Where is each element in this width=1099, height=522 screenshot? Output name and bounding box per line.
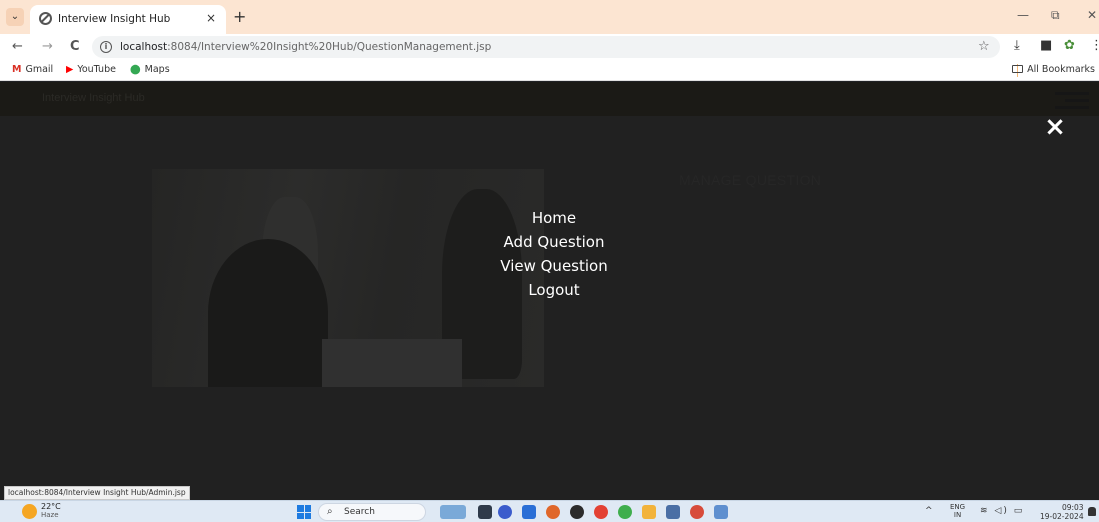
reload-button[interactable]: C xyxy=(70,39,80,54)
bookmark-gmail[interactable]: M Gmail xyxy=(12,64,53,75)
language-indicator[interactable]: ENG IN xyxy=(950,503,965,519)
bookmarks-bar: M Gmail ▶ YouTube ⬤ Maps All Bookmarks xyxy=(0,60,1099,81)
edge-icon[interactable] xyxy=(618,505,632,519)
bookmark-maps[interactable]: ⬤ Maps xyxy=(130,64,170,75)
nav-add-question-link[interactable]: Add Question xyxy=(454,230,654,254)
globe-icon xyxy=(39,12,52,25)
site-brand[interactable]: Interview Insight Hub xyxy=(42,92,145,104)
weather-temperature: 22°C xyxy=(41,502,61,511)
tray-chevron-icon[interactable]: ^ xyxy=(925,506,933,516)
folder-icon xyxy=(1012,65,1024,73)
netbeans-icon[interactable] xyxy=(714,505,728,519)
site-info-icon[interactable]: i xyxy=(100,41,112,53)
url-host: localhost xyxy=(120,41,168,53)
nav-home-link[interactable]: Home xyxy=(454,206,654,230)
browser-tab-strip: ⌄ Interview Insight Hub × + — ⧉ ✕ xyxy=(0,0,1099,34)
back-button[interactable]: ← xyxy=(12,39,23,54)
forward-button[interactable]: → xyxy=(42,39,53,54)
windows-taskbar: 22°C Haze ⌕ Search ^ ENG IN ≋ ◁) ▭ 09:03… xyxy=(0,500,1099,522)
tab-title: Interview Insight Hub xyxy=(58,13,171,25)
maps-pin-icon: ⬤ xyxy=(130,64,141,75)
youtube-icon: ▶ xyxy=(66,64,74,75)
file-explorer-icon[interactable] xyxy=(642,505,656,519)
search-icon: ⌕ xyxy=(327,506,333,517)
browser-toolbar: ← → C i localhost:8084/Interview%20Insig… xyxy=(0,34,1099,60)
restore-button[interactable]: ⧉ xyxy=(1051,8,1060,23)
minimize-button[interactable]: — xyxy=(1017,8,1029,22)
search-app-icon[interactable] xyxy=(546,505,560,519)
weather-description: Haze xyxy=(41,511,59,519)
bookmark-youtube[interactable]: ▶ YouTube xyxy=(66,64,116,75)
page-viewport: Interview Insight Hub MANAGE QUESTION × … xyxy=(0,82,1099,500)
extension-icon[interactable]: ✿ xyxy=(1064,38,1075,53)
tab-search-icon[interactable]: ⌄ xyxy=(6,8,24,26)
vscode-icon[interactable] xyxy=(522,505,536,519)
url-path: :8084/Interview%20Insight%20Hub/Question… xyxy=(167,41,492,53)
window-controls: — ⧉ ✕ xyxy=(1009,8,1099,26)
chrome-icon[interactable] xyxy=(594,505,608,519)
taskbar-search[interactable]: ⌕ Search xyxy=(318,503,426,521)
close-icon[interactable]: × xyxy=(1040,112,1070,142)
browser-tab[interactable]: Interview Insight Hub × xyxy=(30,5,226,34)
bookmark-star-icon[interactable]: ☆ xyxy=(978,39,990,54)
site-header: Interview Insight Hub xyxy=(0,82,1099,116)
menu-kebab-icon[interactable]: ⋮ xyxy=(1090,38,1099,53)
overlay-nav-menu: Home Add Question View Question Logout xyxy=(454,206,654,302)
new-tab-button[interactable]: + xyxy=(233,7,246,26)
chat-icon[interactable] xyxy=(498,505,512,519)
media-app-icon[interactable] xyxy=(570,505,584,519)
nav-view-question-link[interactable]: View Question xyxy=(454,254,654,278)
taskbar-search-label: Search xyxy=(344,507,375,517)
wifi-volume-battery-icons[interactable]: ≋ ◁) ▭ xyxy=(980,506,1024,516)
notification-bell-icon[interactable] xyxy=(1088,507,1096,516)
task-view-icon[interactable] xyxy=(478,505,492,519)
all-bookmarks-button[interactable]: All Bookmarks xyxy=(1012,64,1095,75)
windows-start-icon[interactable] xyxy=(297,505,311,519)
page-title: MANAGE QUESTION xyxy=(679,172,822,188)
download-icon[interactable]: ⤓ xyxy=(1014,38,1020,53)
link-status-bubble: localhost:8084/Interview Insight Hub/Adm… xyxy=(4,486,190,500)
close-window-button[interactable]: ✕ xyxy=(1087,8,1097,22)
hamburger-icon[interactable] xyxy=(1055,90,1089,110)
nav-logout-link[interactable]: Logout xyxy=(454,278,654,302)
address-bar[interactable]: i localhost:8084/Interview%20Insight%20H… xyxy=(92,36,1000,58)
widgets-icon[interactable] xyxy=(440,505,466,519)
store-icon[interactable] xyxy=(666,505,680,519)
weather-icon[interactable] xyxy=(22,504,37,519)
tab-close-icon[interactable]: × xyxy=(206,11,216,25)
url-text[interactable]: localhost:8084/Interview%20Insight%20Hub… xyxy=(120,41,491,53)
sidepanel-icon[interactable]: ■ xyxy=(1040,38,1052,53)
gmail-icon: M xyxy=(12,64,22,75)
taskbar-clock[interactable]: 09:03 19-02-2024 xyxy=(1040,503,1084,521)
chrome-pinned-icon[interactable] xyxy=(690,505,704,519)
